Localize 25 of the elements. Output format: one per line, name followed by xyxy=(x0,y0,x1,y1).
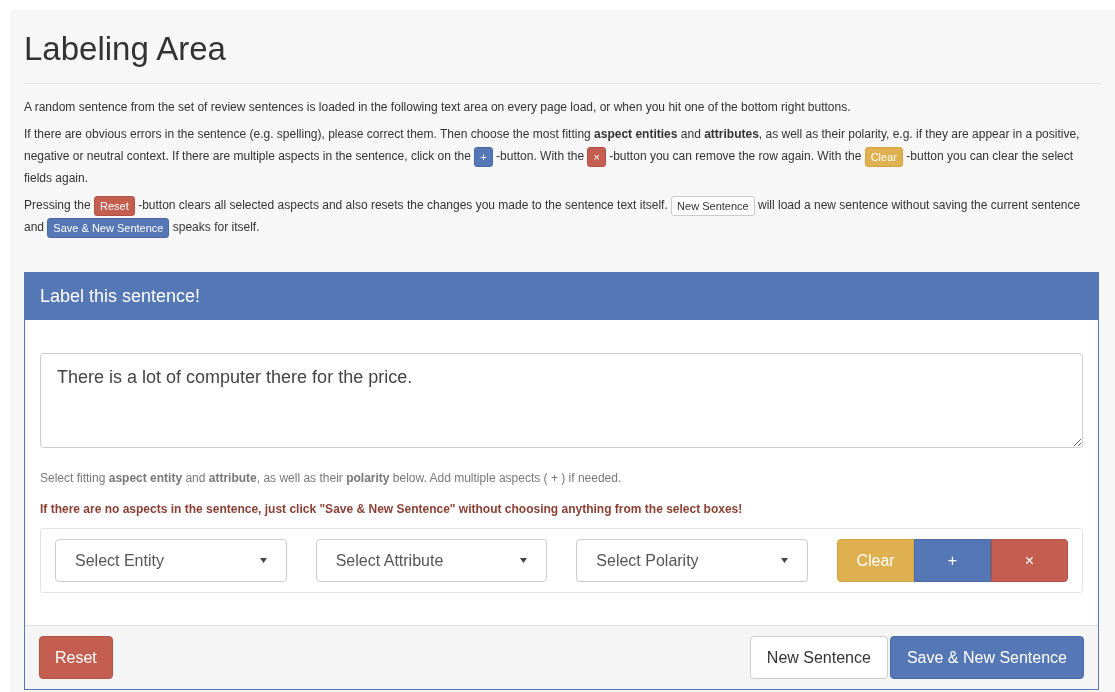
select-field[interactable]: Select Attribute xyxy=(315,539,548,582)
instruction-paragraph: If there are obvious errors in the sentence (e.g. spelling), please correct them. Then choose the most fitting aspect entities and attributes, as well as their polarity, e.g. if they are appear in a positive, negative or neutral context. If there are multiple aspects in the sentence, click on the + -button. With the × -button you can remove the row again. With the Clear -button you can clear the select fields again. xyxy=(24,126,1081,187)
select-field[interactable]: Select Polarity xyxy=(576,539,808,582)
primary-button[interactable]: + xyxy=(914,539,991,582)
warning-text: If there are no aspects in the sentence, just click "Save & New Sentence" without choosing anything from the select boxes! xyxy=(40,501,744,518)
remove-button[interactable]: × xyxy=(991,539,1068,582)
inline-button-label: Clear xyxy=(864,146,903,167)
caret-icon xyxy=(259,558,267,563)
inline-button-label: New Sentence xyxy=(671,195,755,216)
panel-header: Label this sentence! xyxy=(25,273,1098,320)
instruction-paragraph: Pressing the Reset -button clears all selected aspects and also resets the changes you made to the sentence text itself. New Sentence will load a new sentence without saving the current sentence and Save & New Sentence speaks for itself. xyxy=(24,194,1101,238)
instruction-paragraph: A random sentence from the set of review sentences is loaded in the following text area on every page load, or when you hit one of the bottom right buttons. xyxy=(24,99,852,116)
caret-icon xyxy=(781,558,788,563)
help-text: Select fitting aspect entity and attribute, as well as their polarity below. Add multiple aspects ( + ) if needed. xyxy=(40,470,623,487)
remove-button[interactable]: Reset xyxy=(39,636,113,679)
inline-button-label: Save & New Sentence xyxy=(47,217,170,238)
inline-button-label: Reset xyxy=(94,195,135,216)
page-title: Labeling Area xyxy=(24,10,1101,84)
caret-icon xyxy=(520,558,528,563)
primary-button[interactable]: Save & New Sentence xyxy=(889,636,1084,679)
inline-button-label: × xyxy=(587,146,606,167)
select-field[interactable]: Select Entity xyxy=(55,539,287,582)
secondary-button[interactable]: New Sentence xyxy=(749,636,888,679)
inline-button-label: + xyxy=(474,146,493,167)
sentence-field[interactable]: There is a lot of computer there for the price. xyxy=(40,353,1083,448)
